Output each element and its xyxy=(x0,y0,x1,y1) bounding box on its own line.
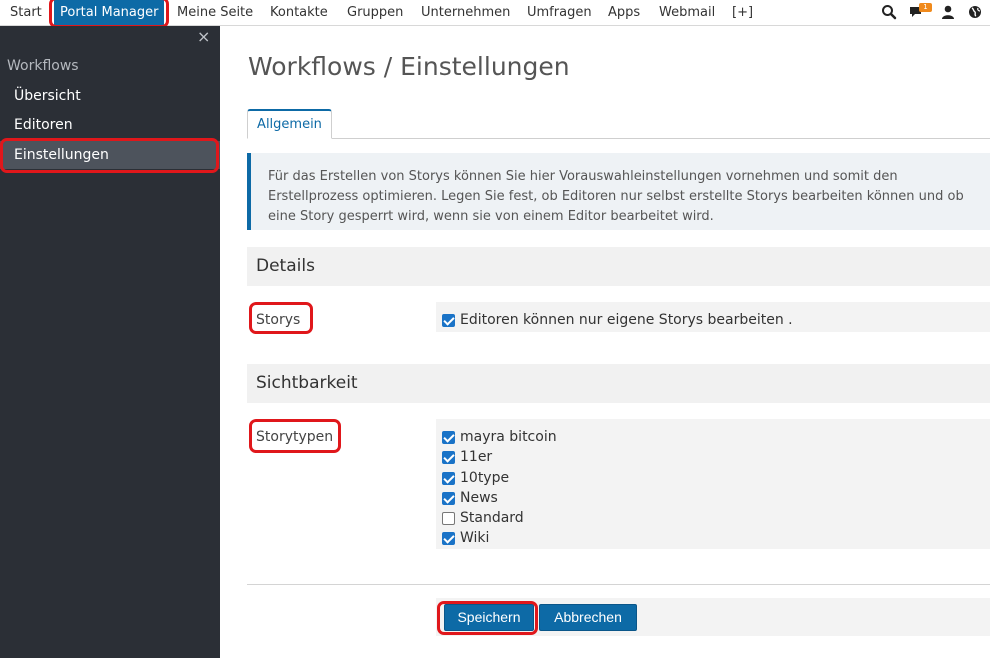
nav-gruppen[interactable]: Gruppen xyxy=(347,0,403,25)
tab-allgemein[interactable]: Allgemein xyxy=(247,109,332,139)
sidebar-item-einstellungen[interactable]: Einstellungen xyxy=(0,141,220,169)
top-navigation: Start Portal Manager Meine Seite Kontakt… xyxy=(0,0,990,26)
tab-bar xyxy=(247,138,990,139)
checkbox[interactable] xyxy=(442,511,455,525)
storytypen-label: Storytypen xyxy=(256,429,334,445)
nav-meine-seite[interactable]: Meine Seite xyxy=(177,0,253,25)
section-sichtbarkeit: Sichtbarkeit xyxy=(247,364,990,403)
info-box: Für das Erstellen von Storys können Sie … xyxy=(247,153,990,230)
globe-icon[interactable] xyxy=(967,4,983,20)
sidebar-heading: Workflows xyxy=(7,58,79,74)
footer-divider xyxy=(247,584,990,585)
sidebar-item-editoren[interactable]: Editoren xyxy=(0,111,220,139)
checkbox-storytype-news[interactable]: News xyxy=(442,489,498,507)
checkbox[interactable] xyxy=(442,313,455,327)
nav-webmail[interactable]: Webmail xyxy=(659,0,715,25)
nav-add[interactable]: [+] xyxy=(732,0,753,25)
nav-unternehmen[interactable]: Unternehmen xyxy=(421,0,510,25)
checkbox-storytype-wiki[interactable]: Wiki xyxy=(442,529,489,547)
page-title: Workflows / Einstellungen xyxy=(248,52,570,81)
checkbox-storytype-mayra-bitcoin[interactable]: mayra bitcoin xyxy=(442,428,557,446)
checkbox-storytype-standard[interactable]: Standard xyxy=(442,509,524,527)
nav-portal-manager[interactable]: Portal Manager xyxy=(54,0,165,25)
sidebar: × Workflows Übersicht Editoren Einstellu… xyxy=(0,26,220,658)
nav-umfragen[interactable]: Umfragen xyxy=(527,0,592,25)
nav-start[interactable]: Start xyxy=(10,0,42,25)
storys-label: Storys xyxy=(256,312,301,328)
checkbox-editors-own-stories[interactable]: Editoren können nur eigene Storys bearbe… xyxy=(442,311,793,329)
nav-apps[interactable]: Apps xyxy=(608,0,640,25)
checkbox[interactable] xyxy=(442,491,455,505)
nav-kontakte[interactable]: Kontakte xyxy=(270,0,328,25)
checkbox-label: 11er xyxy=(460,449,493,465)
close-icon[interactable]: × xyxy=(197,29,210,45)
checkbox-label: 10type xyxy=(460,470,510,486)
search-icon[interactable] xyxy=(881,4,897,20)
checkbox-label: Wiki xyxy=(460,530,490,546)
checkbox-label: mayra bitcoin xyxy=(460,429,557,445)
checkbox-label: News xyxy=(460,490,498,506)
user-icon[interactable] xyxy=(940,4,956,20)
sidebar-item-uebersicht[interactable]: Übersicht xyxy=(0,82,220,110)
checkbox[interactable] xyxy=(442,430,455,444)
checkbox-storytype-10type[interactable]: 10type xyxy=(442,469,509,487)
save-button[interactable]: Speichern xyxy=(444,604,534,631)
checkbox-label: Editoren können nur eigene Storys bearbe… xyxy=(460,312,793,328)
checkbox[interactable] xyxy=(442,531,455,545)
checkbox-storytype-11er[interactable]: 11er xyxy=(442,448,492,466)
notification-badge: 1 xyxy=(919,3,932,12)
checkbox[interactable] xyxy=(442,450,455,464)
cancel-button[interactable]: Abbrechen xyxy=(539,604,637,631)
checkbox[interactable] xyxy=(442,471,455,485)
checkbox-label: Standard xyxy=(460,510,524,526)
section-details: Details xyxy=(247,247,990,286)
